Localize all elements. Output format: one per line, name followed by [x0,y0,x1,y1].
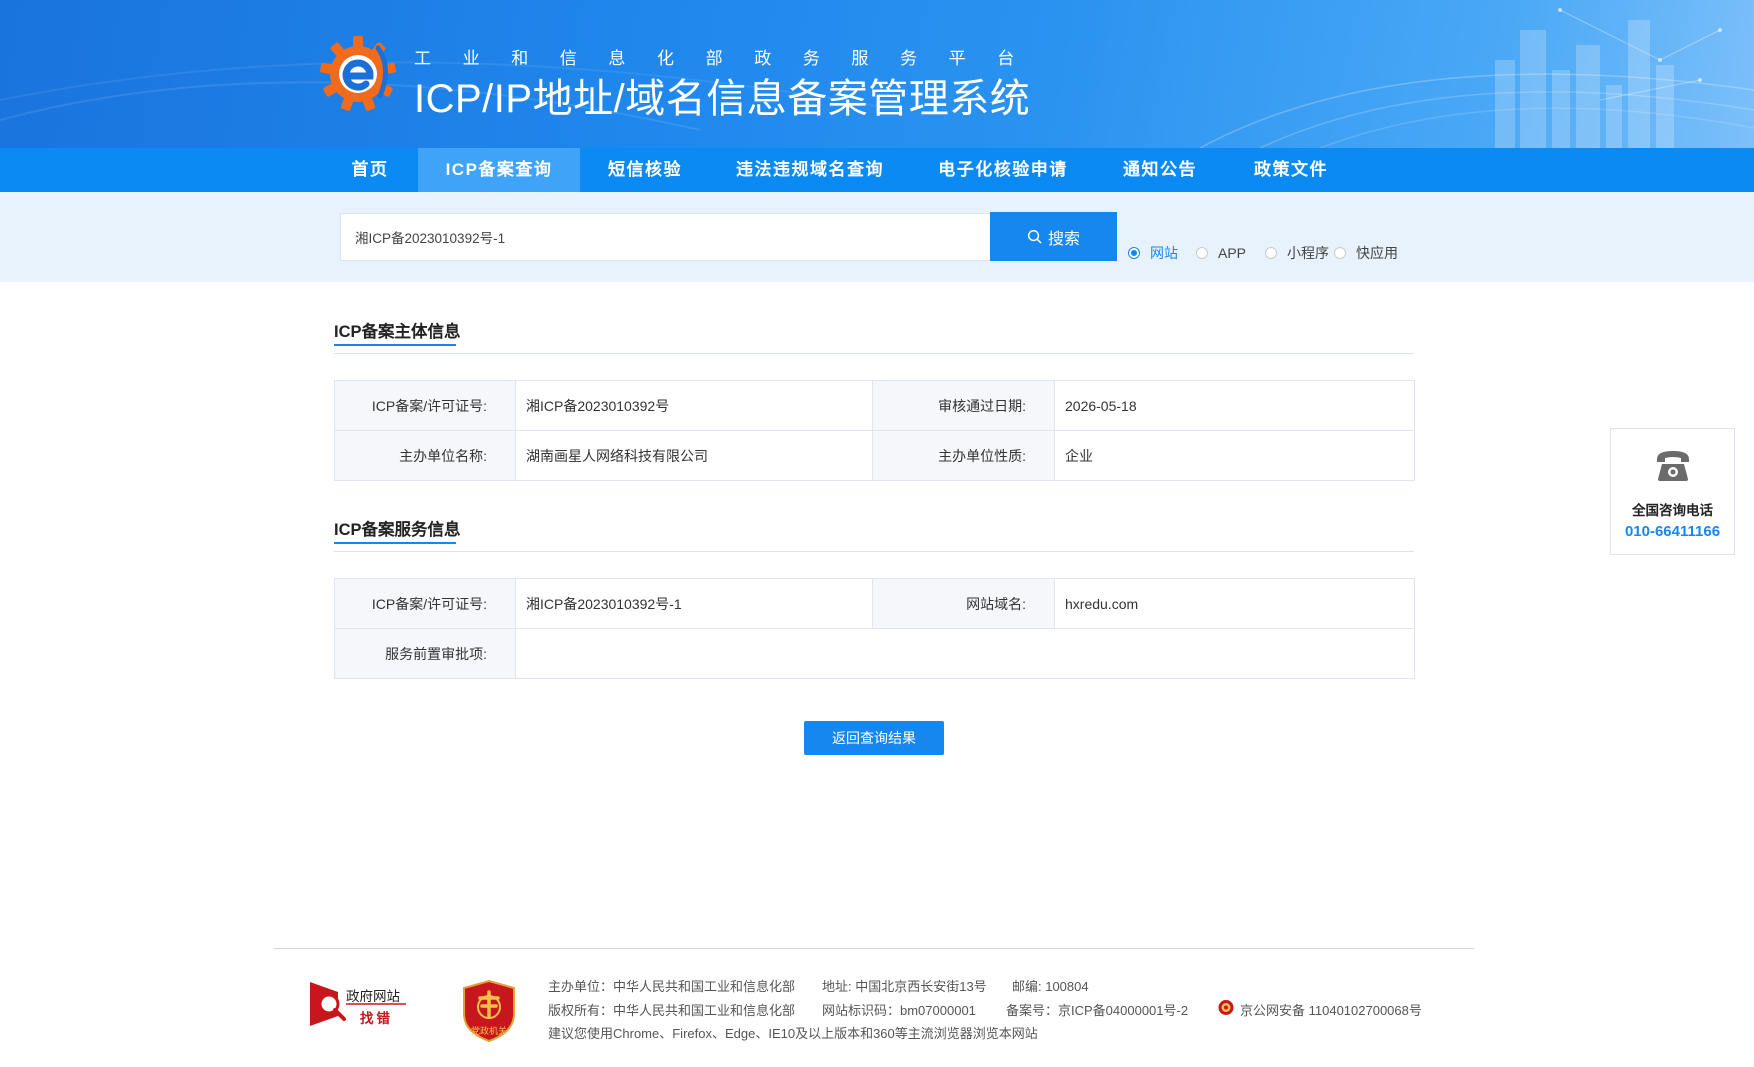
nav-item-icp-query[interactable]: ICP备案查询 [418,148,580,192]
value-approve-date: 2026-05-18 [1054,380,1415,431]
subject-section-title: ICP备案主体信息 [334,323,461,341]
back-to-results-button[interactable]: 返回查询结果 [804,721,944,755]
value-organizer-type: 企业 [1054,430,1415,481]
search-button-label: 搜索 [1047,230,1080,248]
gov-badge-top-text: 政府网站 [346,989,400,1004]
nav-item-home[interactable]: 首页 [322,148,418,192]
footer-divider [274,948,1474,949]
miit-logo-icon [320,36,396,111]
radio-label: 网站 [1150,245,1178,261]
table-row: ICP备案/许可证号: 湘ICP备2023010392号-1 网站域名: hxr… [334,578,1415,629]
service-info-table: ICP备案/许可证号: 湘ICP备2023010392号-1 网站域名: hxr… [334,578,1415,679]
radio-mini-program[interactable]: 小程序 [1265,245,1329,261]
label-service-license: ICP备案/许可证号: [334,578,516,629]
banner-title: ICP/IP地址/域名信息备案管理系统 [414,77,1031,121]
table-row: ICP备案/许可证号: 湘ICP备2023010392号 审核通过日期: 202… [334,380,1415,431]
footer-copyright: 版权所有：中华人民共和国工业和信息化部 [548,1003,796,1018]
search-button[interactable]: 搜索 [990,212,1117,261]
party-org-badge[interactable]: 党政机关 [462,980,516,1042]
search-input[interactable] [340,213,990,261]
consult-card: 全国咨询电话 010-66411166 [1610,428,1735,555]
radio-label: APP [1218,245,1247,261]
section-underline [334,542,456,544]
nav-item-e-verify[interactable]: 电子化核验申请 [910,148,1096,192]
header-banner: 工业和信息化部政务服务平台 ICP/IP地址/域名信息备案管理系统 [0,0,1754,148]
label-organizer-type: 主办单位性质: [872,430,1055,481]
radio-dot [1265,247,1277,259]
consult-title: 全国咨询电话 [1632,503,1713,518]
footer-site-id: 网站标识码：bm07000001 [822,1003,976,1018]
radio-dot [1334,247,1346,259]
section-underline [334,344,456,346]
table-row: 主办单位名称: 湖南画星人网络科技有限公司 主办单位性质: 企业 [334,430,1415,481]
value-service-license: 湘ICP备2023010392号-1 [515,578,873,629]
consult-phone: 010-66411166 [1624,523,1721,540]
police-badge-icon [1218,1000,1234,1015]
value-domain: hxredu.com [1054,578,1415,629]
footer-address: 地址: 中国北京西长安街13号 [822,979,987,994]
value-organizer: 湖南画星人网络科技有限公司 [515,430,873,481]
value-pre-approval [515,628,1415,679]
label-approve-date: 审核通过日期: [872,380,1055,431]
radio-label: 快应用 [1356,245,1398,261]
label-organizer: 主办单位名称: [334,430,516,481]
footer-browser-tip: 建议您使用Chrome、Firefox、Edge、IE10及以上版本和360等主… [548,1026,1038,1041]
gov-badge-bottom-text: 找错 [360,1011,393,1026]
radio-dot [1128,247,1140,259]
radio-label: 小程序 [1287,245,1329,261]
nav-item-policy[interactable]: 政策文件 [1224,148,1358,192]
subject-info-table: ICP备案/许可证号: 湘ICP备2023010392号 审核通过日期: 202… [334,380,1415,481]
label-domain: 网站域名: [872,578,1055,629]
footer-icp-link[interactable]: 备案号：京ICP备04000001号-2 [1006,1000,1188,1019]
footer-police-link[interactable]: 京公网安备 11040102700068号 [1240,1000,1422,1019]
service-section-title: ICP备案服务信息 [334,521,461,539]
phone-icon [1657,451,1689,481]
table-row: 服务前置审批项: [334,628,1415,679]
section-divider [334,551,1414,552]
radio-website[interactable]: 网站 [1128,245,1178,261]
radio-app[interactable]: APP [1196,245,1246,261]
main-nav: 首页 ICP备案查询 短信核验 违法违规域名查询 电子化核验申请 通知公告 政策… [0,148,1754,192]
party-badge-text: 党政机关 [470,1026,507,1036]
search-icon [1027,229,1042,244]
nav-item-illegal-domain[interactable]: 违法违规域名查询 [710,148,910,192]
gov-site-error-badge[interactable]: 政府网站 找错 [310,982,410,1026]
section-divider [334,353,1414,354]
value-license: 湘ICP备2023010392号 [515,380,873,431]
radio-dot [1196,247,1208,259]
radio-quick-app[interactable]: 快应用 [1334,245,1398,261]
footer-sponsor: 主办单位：中华人民共和国工业和信息化部 [548,979,796,994]
nav-item-sms-verify[interactable]: 短信核验 [580,148,710,192]
label-pre-approval: 服务前置审批项: [334,628,516,679]
label-license: ICP备案/许可证号: [334,380,516,431]
nav-item-notice[interactable]: 通知公告 [1096,148,1224,192]
footer-postcode: 邮编: 100804 [1012,979,1089,994]
